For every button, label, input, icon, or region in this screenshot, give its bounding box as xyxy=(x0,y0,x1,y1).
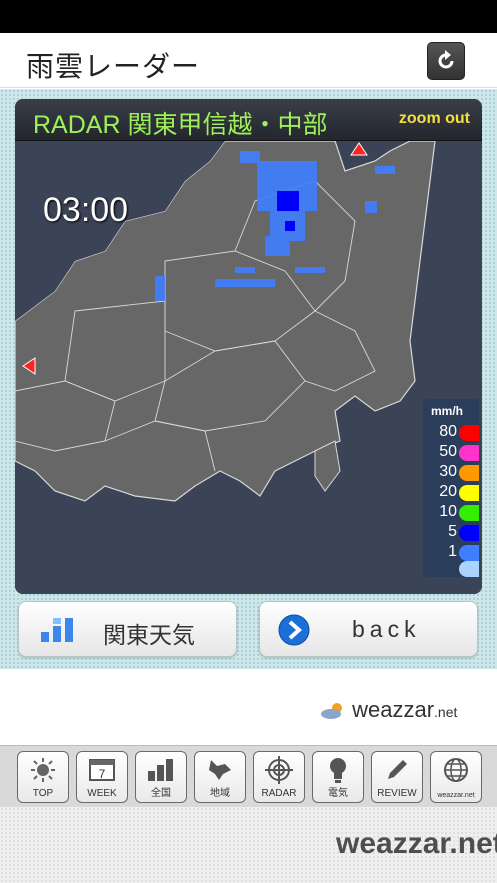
legend-row: 80 xyxy=(423,423,479,442)
bars-icon xyxy=(136,756,186,784)
tab-week[interactable]: 7 WEEK xyxy=(76,751,128,803)
tab-top[interactable]: TOP xyxy=(17,751,69,803)
legend-swatch xyxy=(459,465,479,481)
legend-unit: mm/h xyxy=(431,404,464,418)
legend-swatch xyxy=(459,505,479,521)
tab-region[interactable]: 地域 xyxy=(194,751,246,803)
footer: weazzar.net xyxy=(0,807,497,883)
page-title: 雨雲レーダー xyxy=(26,50,201,83)
legend-swatch xyxy=(459,445,479,461)
tab-label: weazzar.net xyxy=(437,792,475,799)
tab-label: 地域 xyxy=(210,788,230,799)
pencil-icon xyxy=(372,756,422,784)
hokkaido-icon xyxy=(195,756,245,784)
legend-label: 80 xyxy=(439,423,457,440)
legend-label: 50 xyxy=(439,443,457,460)
globe-icon xyxy=(431,756,481,784)
legend-label: 5 xyxy=(448,523,457,540)
status-bar xyxy=(0,0,497,33)
region-weather-label: 関東天気 xyxy=(103,623,195,649)
legend-label: 20 xyxy=(439,483,457,500)
back-button[interactable]: back xyxy=(259,601,478,657)
radar-time: 03:00 xyxy=(43,191,129,229)
legend-row xyxy=(423,559,479,578)
cloud-sun-icon xyxy=(321,703,342,720)
tab-label: 電気 xyxy=(328,788,348,799)
tab-radar[interactable]: RADAR xyxy=(253,751,305,803)
ad-banner[interactable]: weazzar.net xyxy=(0,669,497,745)
arrow-right-icon xyxy=(278,614,310,646)
tab-weazzar[interactable]: weazzar.net xyxy=(430,751,482,803)
tab-label: TOP xyxy=(32,788,54,799)
calendar-icon: 7 xyxy=(77,756,127,784)
tab-label: WEEK xyxy=(87,788,117,799)
tab-label: 全国 xyxy=(151,788,171,799)
radar-icon xyxy=(254,756,304,784)
calendar-badge: 7 xyxy=(99,767,106,781)
bars-icon xyxy=(41,618,73,642)
back-label: back xyxy=(352,616,421,642)
legend-label: 10 xyxy=(439,503,457,520)
legend-swatch xyxy=(459,561,479,577)
legend-row: 10 xyxy=(423,503,479,522)
region-weather-button[interactable]: 関東天気 xyxy=(18,601,237,657)
main-content: RADAR 関東甲信越・中部 zoom out 03:00 mm/h 80 50… xyxy=(0,89,497,669)
radar-title: RADAR 関東甲信越・中部 xyxy=(33,111,328,139)
zoom-out-button[interactable]: zoom out xyxy=(399,110,470,128)
legend-row: 5 xyxy=(423,523,479,542)
header: 雨雲レーダー xyxy=(0,33,497,88)
legend-swatch xyxy=(459,485,479,501)
rain-legend: mm/h 80 50 30 20 10 5 1 xyxy=(423,399,479,577)
bulb-icon xyxy=(313,756,363,784)
brand-name: weazzar xyxy=(352,697,435,722)
radar-panel: RADAR 関東甲信越・中部 zoom out 03:00 mm/h 80 50… xyxy=(15,99,482,594)
brand-suffix: .net xyxy=(434,704,458,720)
legend-row: 30 xyxy=(423,463,479,482)
tab-review[interactable]: REVIEW xyxy=(371,751,423,803)
tab-label: REVIEW xyxy=(377,788,417,799)
sun-icon xyxy=(18,756,68,784)
legend-swatch xyxy=(459,425,479,441)
footer-brand: weazzar.net xyxy=(336,827,497,860)
legend-label: 30 xyxy=(439,463,457,480)
tab-national[interactable]: 全国 xyxy=(135,751,187,803)
weazzar-logo: weazzar.net xyxy=(320,697,457,723)
legend-swatch xyxy=(459,525,479,541)
legend-row: 50 xyxy=(423,443,479,462)
radar-title-bar: RADAR 関東甲信越・中部 zoom out xyxy=(15,99,482,141)
legend-row: 20 xyxy=(423,483,479,502)
tab-label: RADAR xyxy=(261,788,297,799)
refresh-icon xyxy=(438,50,454,69)
refresh-button[interactable] xyxy=(427,42,465,80)
tab-electricity[interactable]: 電気 xyxy=(312,751,364,803)
bottom-toolbar: TOP 7 WEEK 全国 地域 RADAR 電気 REVIEW weazzar… xyxy=(0,745,497,807)
radar-map[interactable]: 03:00 xyxy=(15,140,482,594)
